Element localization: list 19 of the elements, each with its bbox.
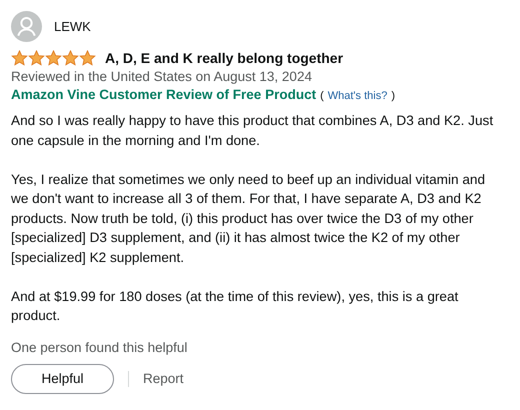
star-icon bbox=[79, 50, 96, 66]
review-paragraph: And so I was really happy to have this product that combines A, D3 and K2. Just one capsule in the morning and I'm done. bbox=[11, 112, 494, 150]
reviewer-name[interactable]: LEWK bbox=[54, 19, 91, 34]
helpful-count: One person found this helpful bbox=[11, 340, 188, 354]
whats-this-link[interactable]: What's this? bbox=[328, 90, 388, 102]
star-icon bbox=[62, 50, 79, 66]
review-date: Reviewed in the United States on August 13, 2024 bbox=[11, 69, 313, 84]
review-paragraph: Yes, I realize that sometimes we only need to beef up an individual vitamin and we don't want to increase all 3 of them. For that, I have separate A, D3 and K2 products. Now truth be told, (i) this product has over twice the D3 of my other [specialized] D3 supplement, and (ii) it has almost twice the K2 of my other [specialized] K2 supplement. bbox=[11, 170, 486, 267]
report-link[interactable]: Report bbox=[143, 371, 184, 386]
parenthesis: ) bbox=[391, 90, 395, 102]
star-icon bbox=[11, 50, 28, 66]
vine-review-label: Amazon Vine Customer Review of Free Product bbox=[11, 87, 316, 102]
parenthesis: ( bbox=[320, 90, 324, 102]
review-paragraph: And at $19.99 for 180 doses (at the time of this review), yes, this is a great product. bbox=[11, 288, 460, 325]
star-icon bbox=[45, 50, 62, 66]
avatar-icon bbox=[11, 11, 42, 42]
review-title[interactable]: A, D, E and K really belong together bbox=[105, 50, 344, 66]
star-icon bbox=[28, 50, 45, 66]
helpful-button[interactable]: Helpful bbox=[11, 364, 114, 394]
